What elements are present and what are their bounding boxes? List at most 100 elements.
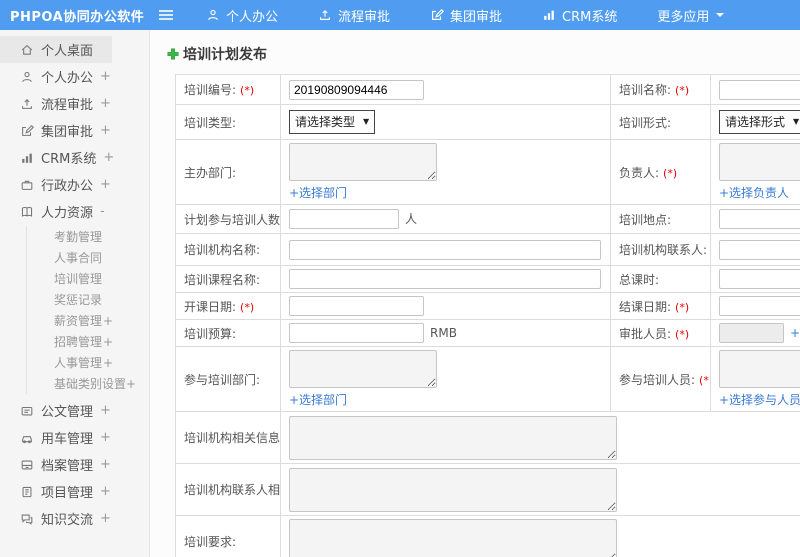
training-type-label: 培训类型: bbox=[175, 104, 281, 140]
sidebar-item-personal-desktop[interactable]: 个人桌面 bbox=[0, 36, 112, 63]
approver-input[interactable] bbox=[719, 323, 784, 343]
table-row: 主办部门: +选择部门 负责人: (*) +选择负责人 bbox=[175, 139, 800, 205]
sidebar-item-knowledge[interactable]: 知识交流 + bbox=[0, 505, 112, 532]
sidebar-subitem-label: 基础类别设置 bbox=[54, 377, 127, 391]
sidebar-item-label: 流程审批 bbox=[41, 98, 94, 113]
select-dept-link[interactable]: +选择部门 bbox=[289, 184, 602, 201]
total-hours-input[interactable] bbox=[719, 269, 800, 289]
sidebar-item-label: 个人桌面 bbox=[41, 44, 94, 59]
sidebar-item-crm-system[interactable]: CRM系统 + bbox=[0, 144, 115, 171]
table-row: 开课日期: (*) 结课日期: (*) bbox=[175, 292, 800, 320]
sidebar-subitem-recruit[interactable]: 招聘管理 + bbox=[27, 331, 113, 352]
course-name-input[interactable] bbox=[289, 269, 601, 289]
topbar: PHPOA协同办公软件 个人办公 流程审批 集团审批 CRM系统 更多应用 bbox=[0, 0, 800, 30]
training-no-input[interactable] bbox=[289, 79, 424, 100]
sidebar-subitem-personnel[interactable]: 人事管理 + bbox=[27, 352, 113, 373]
training-name-input[interactable] bbox=[719, 79, 800, 100]
training-mode-label: 培训形式: bbox=[610, 104, 711, 140]
home-icon bbox=[20, 43, 34, 57]
org-contact-info-textarea[interactable] bbox=[289, 467, 617, 512]
required-marker: (*) bbox=[240, 84, 255, 97]
plus-icon bbox=[166, 47, 180, 61]
join-dept-textarea[interactable] bbox=[289, 350, 437, 388]
approver-label: 审批人员: (*) bbox=[610, 319, 711, 347]
join-people-textarea[interactable] bbox=[719, 350, 800, 388]
sidebar-hr-submenu: 考勤管理 人事合同 培训管理 奖惩记录 薪资管理 + 招聘管理 + 人事管理 + bbox=[26, 226, 149, 394]
requirement-textarea[interactable] bbox=[289, 519, 617, 557]
requirement-label: 培训要求: bbox=[175, 515, 281, 557]
expand-icon: + bbox=[100, 403, 111, 418]
expand-icon: + bbox=[126, 376, 137, 391]
sidebar-subitem-base-category[interactable]: 基础类别设置 + bbox=[27, 373, 136, 394]
table-row: 培训机构相关信息: bbox=[175, 411, 800, 464]
start-date-input[interactable] bbox=[289, 296, 424, 316]
nav-workflow-approval[interactable]: 流程审批 bbox=[318, 6, 390, 25]
place-input[interactable] bbox=[719, 209, 800, 229]
leader-textarea[interactable] bbox=[719, 143, 800, 181]
sidebar-item-official-doc[interactable]: 公文管理 + bbox=[0, 397, 112, 424]
upload-icon bbox=[318, 8, 332, 22]
select-leader-link[interactable]: +选择负责人 bbox=[719, 184, 800, 201]
join-people-label: 参与培训人员:(*) bbox=[610, 346, 711, 412]
sidebar-subitem-salary[interactable]: 薪资管理 + bbox=[27, 310, 113, 331]
expand-icon: + bbox=[102, 334, 113, 349]
nav-label: 个人办公 bbox=[226, 9, 279, 25]
hamburger-menu-icon[interactable] bbox=[158, 9, 174, 21]
sidebar-item-admin-office[interactable]: 行政办公 + bbox=[0, 171, 112, 198]
sidebar-item-label: 知识交流 bbox=[41, 513, 94, 528]
sidebar-subitem-reward-punish[interactable]: 奖惩记录 bbox=[27, 289, 113, 310]
sidebar-item-group-approval[interactable]: 集团审批 + bbox=[0, 117, 112, 144]
sidebar-subitem-label: 奖惩记录 bbox=[54, 293, 103, 307]
nav-personal-office[interactable]: 个人办公 bbox=[206, 6, 278, 25]
expand-icon: + bbox=[103, 150, 115, 165]
nav-crm-system[interactable]: CRM系统 bbox=[542, 6, 617, 25]
required-marker: (*) bbox=[675, 84, 690, 97]
sidebar-item-project[interactable]: 项目管理 + bbox=[0, 478, 112, 505]
select-approver-link[interactable]: +选择审批人员 bbox=[790, 326, 800, 340]
sidebar-item-label: 集团审批 bbox=[41, 125, 94, 140]
nav-label: 流程审批 bbox=[338, 9, 391, 25]
nav-more-apps[interactable]: 更多应用 bbox=[657, 6, 725, 25]
select-join-dept-link[interactable]: +选择部门 bbox=[289, 391, 602, 408]
sidebar-subitem-label: 培训管理 bbox=[54, 272, 103, 286]
sidebar-item-label: CRM系统 bbox=[41, 152, 97, 167]
end-date-input[interactable] bbox=[719, 296, 800, 316]
table-row: 培训要求: bbox=[175, 515, 800, 557]
training-type-select[interactable]: 请选择类型 bbox=[289, 110, 376, 134]
org-name-label: 培训机构名称: bbox=[175, 233, 281, 266]
end-date-label: 结课日期: (*) bbox=[610, 292, 711, 320]
sidebar-item-hr[interactable]: 人力资源 - bbox=[0, 198, 112, 225]
org-name-input[interactable] bbox=[289, 239, 601, 260]
expand-icon: + bbox=[100, 96, 111, 111]
count-unit-suffix: 人 bbox=[405, 211, 418, 226]
training-plan-form: 培训编号:(*) 培训名称:(*) 培训类型: 请选择类型 培训形式: 请选择形… bbox=[175, 74, 800, 557]
org-info-textarea[interactable] bbox=[289, 415, 617, 460]
sidebar-item-archive[interactable]: 档案管理 + bbox=[0, 451, 112, 478]
training-name-label: 培训名称: (*) bbox=[610, 74, 711, 105]
app-logo: PHPOA协同办公软件 bbox=[10, 9, 145, 25]
select-join-people-link[interactable]: +选择参与人员 bbox=[719, 391, 800, 408]
sidebar-item-workflow-approval[interactable]: 流程审批 + bbox=[0, 90, 112, 117]
budget-currency-suffix: RMB bbox=[430, 325, 457, 340]
org-contact-input[interactable] bbox=[719, 239, 800, 260]
nav-label: 更多应用 bbox=[657, 9, 710, 25]
budget-input[interactable] bbox=[289, 323, 424, 343]
sidebar-subitem-training[interactable]: 培训管理 bbox=[27, 268, 113, 289]
nav-group-approval[interactable]: 集团审批 bbox=[430, 6, 502, 25]
training-mode-select[interactable]: 请选择形式 bbox=[719, 110, 800, 134]
sidebar-item-label: 个人办公 bbox=[41, 71, 94, 86]
budget-label: 培训预算: bbox=[175, 319, 281, 347]
host-dept-textarea[interactable] bbox=[289, 143, 437, 181]
sidebar-subitem-attendance[interactable]: 考勤管理 bbox=[27, 226, 113, 247]
sidebar-subitem-hr-contract[interactable]: 人事合同 bbox=[27, 247, 113, 268]
sidebar-item-label: 人力资源 bbox=[41, 206, 94, 221]
collapse-icon: - bbox=[100, 204, 105, 219]
sidebar-item-vehicle[interactable]: 用车管理 + bbox=[0, 424, 112, 451]
sidebar-subitem-label: 人事合同 bbox=[54, 251, 103, 265]
expand-icon: + bbox=[100, 123, 111, 138]
sidebar-item-personal-office[interactable]: 个人办公 + bbox=[0, 63, 112, 90]
sidebar-item-label: 用车管理 bbox=[41, 432, 94, 447]
edit-icon bbox=[430, 8, 445, 22]
table-row: 培训机构名称: 培训机构联系人: bbox=[175, 233, 800, 266]
participant-count-input[interactable] bbox=[289, 209, 399, 229]
